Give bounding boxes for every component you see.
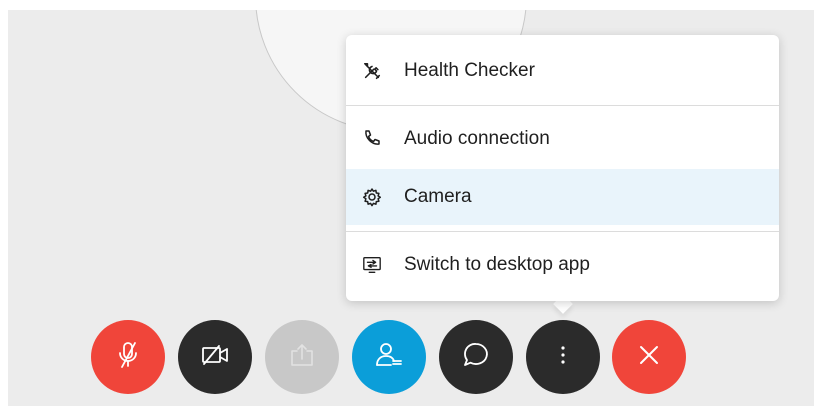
tools-icon: [362, 61, 382, 81]
menu-item-switch-to-desktop-app[interactable]: Switch to desktop app: [346, 237, 779, 293]
video-off-icon: [200, 343, 230, 372]
menu-item-label: Camera: [404, 186, 472, 207]
menu-divider: [346, 231, 779, 232]
participants-button[interactable]: [352, 320, 426, 394]
video-button[interactable]: [178, 320, 252, 394]
menu-divider: [346, 105, 779, 106]
meeting-stage: Health Checker Audio connection Camera S…: [8, 10, 814, 406]
menu-item-audio-connection[interactable]: Audio connection: [346, 111, 779, 167]
share-icon: [288, 342, 316, 373]
menu-item-label: Health Checker: [404, 60, 535, 81]
leave-button[interactable]: [612, 320, 686, 394]
chat-icon: [461, 340, 491, 375]
menu-item-camera[interactable]: Camera: [346, 169, 779, 225]
gear-icon: [362, 187, 382, 207]
microphone-muted-icon: [115, 340, 141, 375]
mute-button[interactable]: [91, 320, 165, 394]
participants-icon: [374, 341, 404, 374]
more-options-menu: Health Checker Audio connection Camera S…: [346, 35, 779, 301]
phone-icon: [362, 129, 382, 149]
more-options-button[interactable]: [526, 320, 600, 394]
more-vertical-icon: [559, 344, 567, 371]
close-icon: [637, 343, 661, 372]
menu-item-label: Audio connection: [404, 128, 550, 149]
chat-button[interactable]: [439, 320, 513, 394]
menu-item-label: Switch to desktop app: [404, 254, 590, 275]
share-button[interactable]: [265, 320, 339, 394]
menu-item-health-checker[interactable]: Health Checker: [346, 43, 779, 99]
desktop-switch-icon: [362, 255, 382, 275]
